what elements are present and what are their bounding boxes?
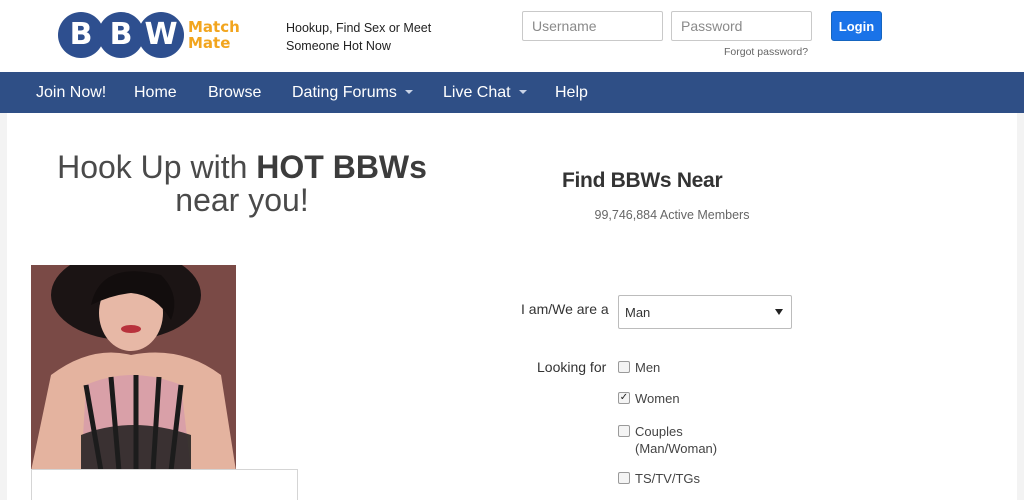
profile-photo[interactable] [31,265,236,471]
nav-item-join-now[interactable]: Join Now! [36,72,106,113]
hero-line-1: Hook Up with HOT BBWs [37,151,447,184]
nav-item-label: Dating Forums [292,84,397,101]
nav-item-browse[interactable]: Browse [208,72,261,113]
checkbox-women[interactable]: ✓ [618,392,630,404]
hero-headline: Hook Up with HOT BBWs near you! [37,151,447,217]
logo-word-mate: Mate [188,34,231,52]
nav-item-help[interactable]: Help [555,72,588,113]
site-logo[interactable]: B B W Match Mate [58,12,248,62]
hero-line-1-bold: HOT BBWs [256,149,427,185]
nav-item-dating-forums[interactable]: Dating Forums [292,72,413,113]
checkbox-men-label: Men [635,360,661,375]
iam-label: I am/We are a [521,301,609,317]
hero-line-2: near you! [175,182,309,218]
main-nav: Join Now! Home Browse Dating Forums Live… [0,72,1024,113]
checkbox-couples-label: Couples [635,424,683,439]
checkbox-couples[interactable] [618,425,630,437]
chevron-down-icon [775,309,783,315]
profile-card[interactable] [31,469,298,500]
checkbox-women-label: Women [635,391,680,406]
checkbox-ts[interactable] [618,472,630,484]
nav-item-home[interactable]: Home [134,72,177,113]
nav-item-label: Live Chat [443,84,511,101]
looking-for-label: Looking for [537,359,607,375]
nav-item-live-chat[interactable]: Live Chat [443,72,527,113]
username-input[interactable] [522,11,663,41]
nav-item-label: Browse [208,84,262,101]
logo-letter-w: W [138,12,184,58]
main-content: Hook Up with HOT BBWs near you! Find BBW… [7,113,1017,500]
search-title: Find BBWs Near [562,169,723,192]
forgot-password-link[interactable]: Forgot password? [724,46,808,58]
iam-select-value: Man [625,305,651,320]
nav-item-label: Join Now! [36,84,107,101]
checkbox-ts-label: TS/TV/TGs [635,471,700,486]
profile-photo-image [31,265,236,471]
nav-item-label: Home [134,84,177,101]
site-header: B B W Match Mate Hookup, Find Sex or Mee… [0,0,1024,72]
checkbox-men[interactable] [618,361,630,373]
site-tagline: Hookup, Find Sex or Meet Someone Hot Now [286,19,456,55]
checkbox-couples-sublabel: (Man/Woman) [635,441,718,456]
chevron-down-icon [404,89,413,94]
login-button[interactable]: Login [831,11,882,41]
tagline-line-1: Hookup, Find Sex or Meet [286,21,432,35]
chevron-down-icon [518,89,527,94]
active-members-count: 99,746,884 Active Members [594,208,750,222]
nav-item-label: Help [555,84,588,101]
tagline-line-2: Someone Hot Now [286,39,391,53]
iam-select[interactable]: Man [618,295,792,329]
hero-line-1-prefix: Hook Up with [57,149,257,185]
password-input[interactable] [671,11,812,41]
